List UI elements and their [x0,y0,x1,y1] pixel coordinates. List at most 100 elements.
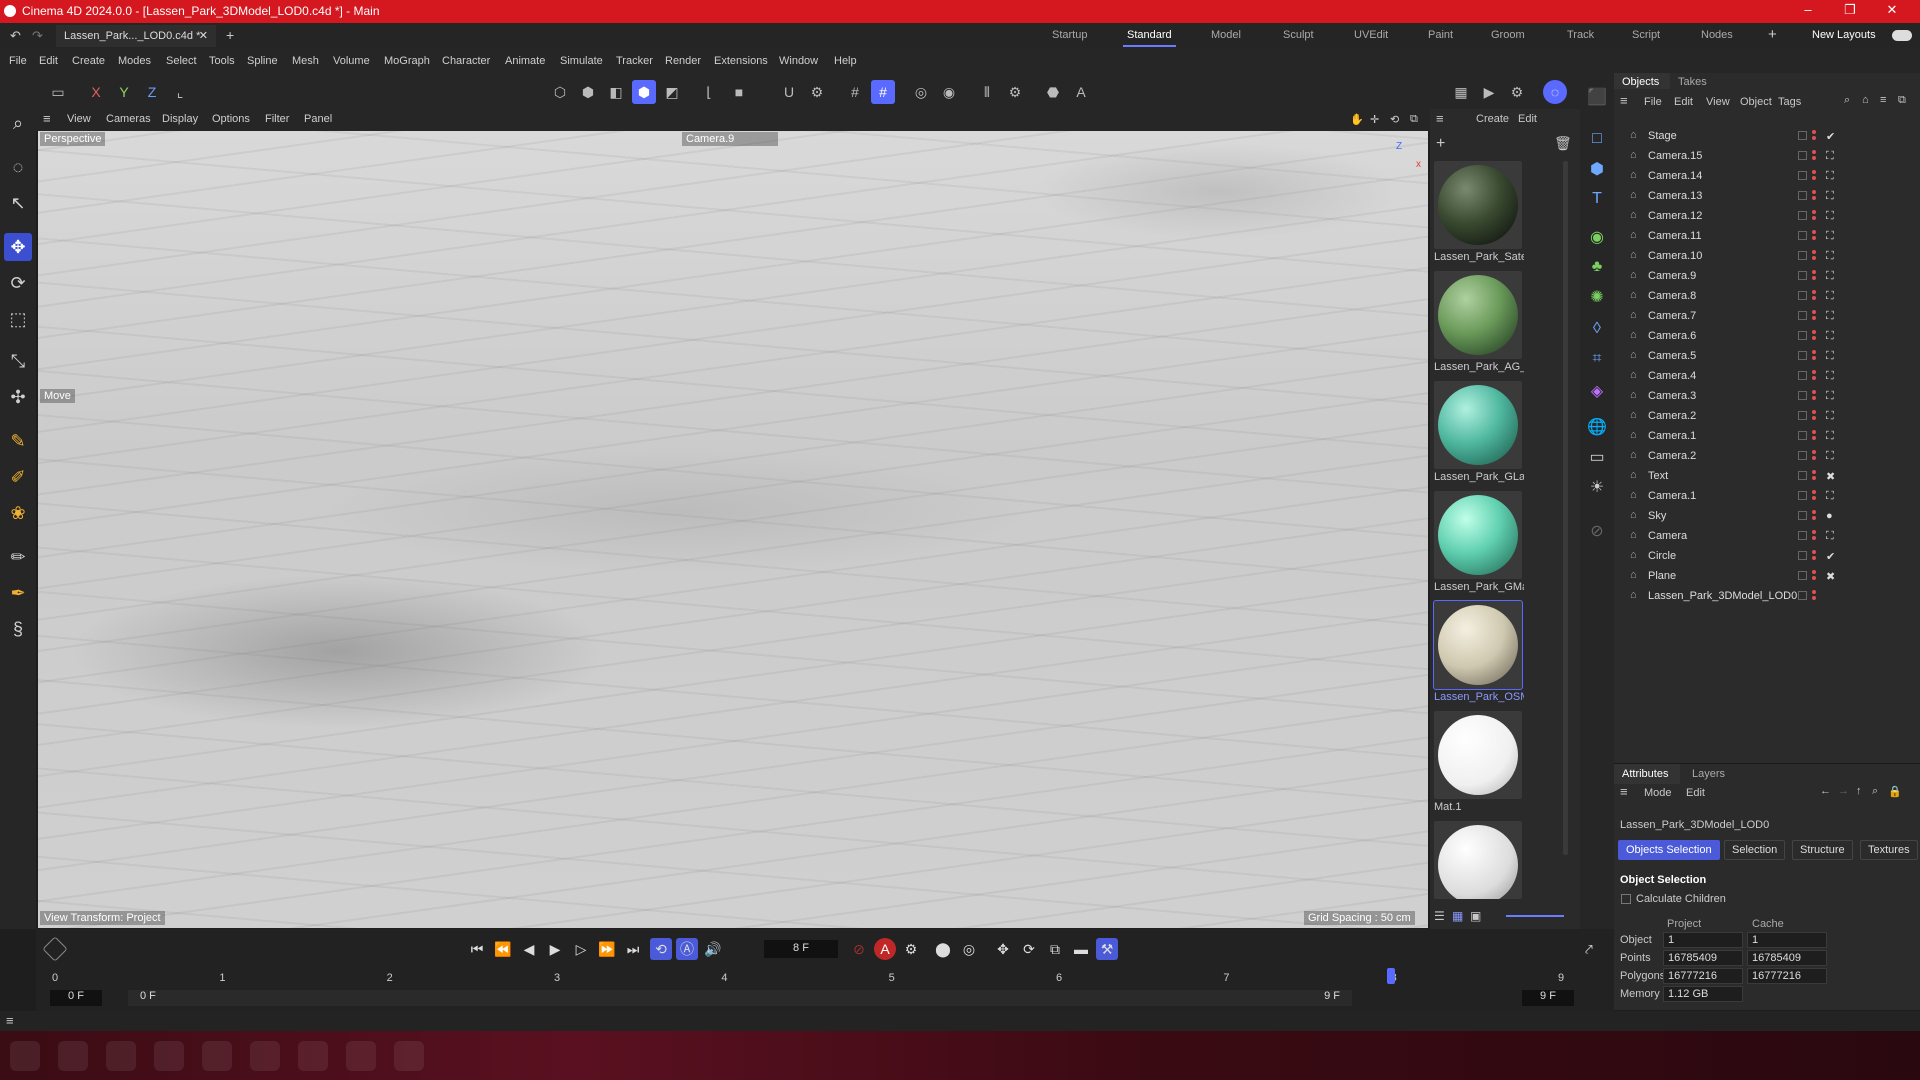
visibility-checkbox[interactable] [1798,491,1807,500]
render-visibility-dots[interactable] [1812,150,1816,154]
object-tag-icon[interactable]: ⛶ [1826,290,1834,303]
objects-search-icon[interactable]: ⌕ [1844,94,1850,107]
object-row[interactable]: ⌂ Camera.14 ⛶ [1614,167,1920,187]
object-row[interactable]: ⌂ Camera.2 ⛶ [1614,447,1920,467]
record-pla-icon[interactable]: ⚒ [1096,938,1118,960]
visibility-checkbox[interactable] [1798,251,1807,260]
taskbar-app-icon[interactable] [106,1041,136,1071]
thumbnail-size-slider[interactable] [1506,915,1564,917]
taskbar-app-icon[interactable] [346,1041,376,1071]
object-tag-icon[interactable]: ⛶ [1826,310,1834,323]
viewport-3d[interactable]: Perspective Camera.9 Move View Transform… [38,131,1428,928]
delete-material-icon[interactable]: 🗑 [1554,135,1572,152]
deform-icon[interactable]: ⬣ [1041,80,1065,104]
object-tag-icon[interactable]: ⛶ [1826,270,1834,283]
active-camera-label[interactable]: Camera.9 [682,132,778,146]
previous-frame-icon[interactable]: ◀ [518,938,540,960]
loop-icon[interactable]: ⟲ [650,938,672,960]
start-frame-field[interactable]: 0 F [50,990,102,1006]
layout-track[interactable]: Track [1567,29,1594,41]
attributes-menu-edit[interactable]: Edit [1686,787,1705,799]
render-visibility-dots[interactable] [1812,170,1816,174]
grid-snap-icon[interactable]: # [871,80,895,104]
rotate-tool-icon[interactable]: ⟳ [4,269,32,297]
visibility-checkbox[interactable] [1798,311,1807,320]
menu-spline[interactable]: Spline [247,55,278,67]
render-visibility-dots[interactable] [1812,430,1816,434]
visibility-checkbox[interactable] [1798,351,1807,360]
record-rotation-icon[interactable]: ⟳ [1018,938,1040,960]
brush-icon[interactable]: ✏ [4,543,32,571]
coordinate-system-icon[interactable]: ⌞ [168,80,192,104]
camera-create-icon[interactable]: ⬛ [1585,85,1609,109]
light-icon[interactable]: ☀ [1585,475,1609,499]
material-swatch[interactable]: Mat.1 [1434,711,1524,813]
material-swatch[interactable] [1434,821,1524,899]
maximize-view-icon[interactable]: ⧉ [1410,113,1418,126]
spline-primitive-icon[interactable]: ⌗ [1585,347,1609,371]
objects-home-icon[interactable]: ⌂ [1862,94,1869,106]
object-row[interactable]: ⌂ Stage ✔ [1614,127,1920,147]
transform-tool-icon[interactable]: ⤡ [4,347,32,375]
add-layout-icon[interactable]: + [1768,26,1777,43]
polygons-mode-icon[interactable]: ◧ [604,80,628,104]
taskbar-app-icon[interactable] [154,1041,184,1071]
object-tag-icon[interactable]: ● [1826,510,1833,522]
list-view-icon[interactable]: ☰ [1434,909,1445,923]
playhead[interactable] [1386,968,1395,984]
camera-object-icon[interactable]: ▭ [1585,445,1609,469]
object-row[interactable]: ⌂ Camera.2 ⛶ [1614,407,1920,427]
object-row[interactable]: ⌂ Camera.9 ⛶ [1614,267,1920,287]
render-visibility-dots[interactable] [1812,310,1816,314]
snap-move-icon[interactable]: ✣ [4,383,32,411]
object-tag-icon[interactable]: ⛶ [1826,210,1834,223]
visibility-checkbox[interactable] [1798,391,1807,400]
layout-uvedit[interactable]: UVEdit [1354,29,1388,41]
status-hamburger-icon[interactable]: ≡ [6,1013,14,1028]
menu-select[interactable]: Select [166,55,197,67]
tab-takes[interactable]: Takes [1678,76,1707,88]
visibility-checkbox[interactable] [1798,531,1807,540]
material-swatch[interactable]: Lassen_Park_AG_L [1434,271,1524,373]
add-tab-button[interactable]: + [226,27,234,43]
menu-help[interactable]: Help [834,55,857,67]
menu-animate[interactable]: Animate [505,55,545,67]
material-swatch[interactable]: Lassen_Park_GMa [1434,491,1524,593]
taskbar-app-icon[interactable] [298,1041,328,1071]
layout-nodes[interactable]: Nodes [1701,29,1733,41]
visibility-checkbox[interactable] [1798,171,1807,180]
render-visibility-dots[interactable] [1812,450,1816,454]
viewport-menu-panel[interactable]: Panel [304,113,332,125]
back-arrow-icon[interactable]: ← [1820,785,1831,797]
render-visibility-dots[interactable] [1812,470,1816,474]
keyframe-diamond-icon[interactable] [42,936,68,962]
environment-icon[interactable]: 🌐 [1585,415,1609,439]
next-key-icon[interactable]: ⏩ [596,938,618,960]
taskbar-app-icon[interactable] [10,1041,40,1071]
object-mode-icon[interactable]: ▭ [46,80,70,104]
layout-model[interactable]: Model [1211,29,1241,41]
render-visibility-dots[interactable] [1812,590,1816,594]
render-region-icon[interactable]: ◎ [909,80,933,104]
object-tag-icon[interactable]: ⛶ [1826,230,1834,243]
taskbar-app-icon[interactable] [250,1041,280,1071]
menu-file[interactable]: File [9,55,27,67]
solo-icon[interactable]: ■ [727,80,751,104]
layout-startup[interactable]: Startup [1052,29,1087,41]
search-icon[interactable]: ⌕ [4,109,32,137]
layout-groom[interactable]: Groom [1491,29,1525,41]
move-view-icon[interactable]: ✛ [1370,113,1379,126]
sound-icon[interactable]: 🔊 [702,938,724,960]
visibility-checkbox[interactable] [1798,411,1807,420]
playback-mode-icon[interactable]: Ⓐ [676,938,698,960]
axis-z-lock[interactable]: Z [140,80,164,104]
object-row[interactable]: ⌂ Circle ✔ [1614,547,1920,567]
object-tag-icon[interactable]: ⛶ [1826,530,1834,543]
object-row[interactable]: ⌂ Text ✖ [1614,467,1920,487]
auto-icon[interactable]: A [1069,80,1093,104]
layout-standard[interactable]: Standard [1123,29,1176,47]
lock-icon[interactable]: 🔒 [1888,785,1902,798]
menu-window[interactable]: Window [779,55,818,67]
cube-icon[interactable]: ⬢ [1585,157,1609,181]
go-to-end-icon[interactable]: ⏭ [622,938,644,960]
